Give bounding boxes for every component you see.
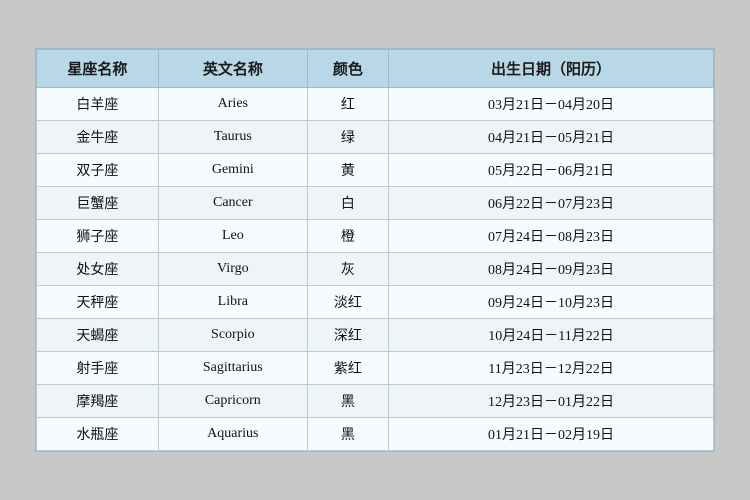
cell-english: Libra	[158, 286, 307, 319]
cell-english: Aries	[158, 88, 307, 121]
cell-color: 绿	[307, 121, 388, 154]
cell-english: Sagittarius	[158, 352, 307, 385]
cell-english: Cancer	[158, 187, 307, 220]
cell-date: 11月23日－12月22日	[389, 352, 714, 385]
cell-english: Leo	[158, 220, 307, 253]
cell-english: Taurus	[158, 121, 307, 154]
table-row: 摩羯座Capricorn黑12月23日－01月22日	[37, 385, 714, 418]
cell-chinese: 狮子座	[37, 220, 159, 253]
cell-english: Virgo	[158, 253, 307, 286]
table-row: 射手座Sagittarius紫红11月23日－12月22日	[37, 352, 714, 385]
cell-color: 白	[307, 187, 388, 220]
cell-chinese: 处女座	[37, 253, 159, 286]
cell-date: 06月22日－07月23日	[389, 187, 714, 220]
table-row: 白羊座Aries红03月21日－04月20日	[37, 88, 714, 121]
table-row: 天秤座Libra淡红09月24日－10月23日	[37, 286, 714, 319]
cell-color: 红	[307, 88, 388, 121]
cell-english: Gemini	[158, 154, 307, 187]
cell-color: 黄	[307, 154, 388, 187]
cell-date: 09月24日－10月23日	[389, 286, 714, 319]
cell-chinese: 射手座	[37, 352, 159, 385]
table-row: 水瓶座Aquarius黑01月21日－02月19日	[37, 418, 714, 451]
cell-color: 深红	[307, 319, 388, 352]
zodiac-table-container: 星座名称 英文名称 颜色 出生日期（阳历） 白羊座Aries红03月21日－04…	[35, 48, 715, 452]
cell-date: 07月24日－08月23日	[389, 220, 714, 253]
cell-chinese: 水瓶座	[37, 418, 159, 451]
header-date: 出生日期（阳历）	[389, 50, 714, 88]
cell-chinese: 金牛座	[37, 121, 159, 154]
table-header-row: 星座名称 英文名称 颜色 出生日期（阳历）	[37, 50, 714, 88]
cell-date: 10月24日－11月22日	[389, 319, 714, 352]
cell-color: 黑	[307, 385, 388, 418]
cell-color: 淡红	[307, 286, 388, 319]
table-row: 金牛座Taurus绿04月21日－05月21日	[37, 121, 714, 154]
header-english: 英文名称	[158, 50, 307, 88]
table-row: 天蝎座Scorpio深红10月24日－11月22日	[37, 319, 714, 352]
zodiac-table: 星座名称 英文名称 颜色 出生日期（阳历） 白羊座Aries红03月21日－04…	[36, 49, 714, 451]
cell-english: Capricorn	[158, 385, 307, 418]
table-row: 狮子座Leo橙07月24日－08月23日	[37, 220, 714, 253]
cell-chinese: 摩羯座	[37, 385, 159, 418]
cell-chinese: 巨蟹座	[37, 187, 159, 220]
cell-english: Aquarius	[158, 418, 307, 451]
cell-color: 紫红	[307, 352, 388, 385]
table-row: 双子座Gemini黄05月22日－06月21日	[37, 154, 714, 187]
cell-chinese: 双子座	[37, 154, 159, 187]
cell-chinese: 天秤座	[37, 286, 159, 319]
table-row: 处女座Virgo灰08月24日－09月23日	[37, 253, 714, 286]
cell-date: 03月21日－04月20日	[389, 88, 714, 121]
header-color: 颜色	[307, 50, 388, 88]
cell-chinese: 天蝎座	[37, 319, 159, 352]
header-chinese: 星座名称	[37, 50, 159, 88]
cell-color: 灰	[307, 253, 388, 286]
table-body: 白羊座Aries红03月21日－04月20日金牛座Taurus绿04月21日－0…	[37, 88, 714, 451]
cell-date: 01月21日－02月19日	[389, 418, 714, 451]
cell-chinese: 白羊座	[37, 88, 159, 121]
cell-date: 08月24日－09月23日	[389, 253, 714, 286]
cell-date: 04月21日－05月21日	[389, 121, 714, 154]
cell-color: 橙	[307, 220, 388, 253]
cell-date: 05月22日－06月21日	[389, 154, 714, 187]
table-row: 巨蟹座Cancer白06月22日－07月23日	[37, 187, 714, 220]
cell-color: 黑	[307, 418, 388, 451]
cell-english: Scorpio	[158, 319, 307, 352]
cell-date: 12月23日－01月22日	[389, 385, 714, 418]
